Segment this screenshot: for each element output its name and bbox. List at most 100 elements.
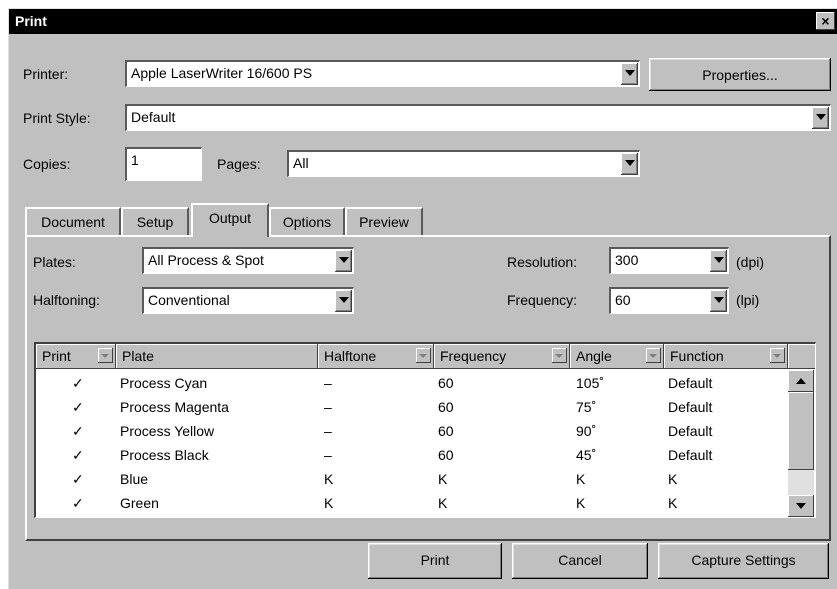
check-icon[interactable]: ✓ [72,447,84,464]
frequency-select[interactable]: 60 [609,287,729,314]
capture-settings-button[interactable]: Capture Settings [658,543,829,579]
plate-cell: Blue [120,471,149,487]
halftoning-label: Halftoning: [33,292,100,308]
chevron-down-icon[interactable] [812,107,829,129]
halftone-cell: – [324,375,332,391]
resolution-label: Resolution: [507,254,578,270]
column-header-halftone-label: Halftone [324,348,377,364]
halftone-cell: – [324,399,332,415]
chevron-down-icon[interactable] [621,63,638,85]
copies-value: 1 [131,152,139,168]
frequency-unit: (lpi) [736,292,760,308]
chevron-down-icon[interactable] [98,348,113,363]
column-header-frequency-label: Frequency [440,348,507,364]
plates-label: Plates: [33,254,76,270]
tab-preview[interactable]: Preview [345,207,423,235]
pages-value: All [293,155,309,171]
frequency-cell: 60 [438,447,454,463]
chevron-down-icon[interactable] [621,153,638,175]
cancel-button[interactable]: Cancel [512,543,648,579]
tab-document[interactable]: Document [25,207,121,235]
chevron-down-icon[interactable] [770,348,785,363]
plates-value: All Process & Spot [148,252,264,268]
copies-label: Copies: [23,156,71,172]
print-button-label: Print [420,552,450,568]
printer-select[interactable]: Apple LaserWriter 16/600 PS [125,60,640,87]
chevron-down-icon[interactable] [416,348,431,363]
scroll-up-icon[interactable] [788,370,814,392]
check-icon[interactable]: ✓ [72,495,84,512]
plate-cell: Process Black [120,447,209,463]
chevron-down-icon[interactable] [335,290,352,312]
print-style-label: Print Style: [23,110,91,126]
window-title: Print [15,13,47,29]
frequency-cell: K [438,471,448,487]
column-header-plate-label: Plate [122,348,154,364]
print-button[interactable]: Print [368,543,502,579]
angle-cell: 45˚ [576,447,597,463]
resolution-unit: (dpi) [736,254,765,270]
column-header-print[interactable]: Print [36,344,116,369]
chevron-down-icon[interactable] [552,348,567,363]
title-bar: Print × [9,9,837,34]
resolution-select[interactable]: 300 [609,247,729,274]
printer-label: Printer: [23,66,69,82]
frequency-label: Frequency: [507,292,578,308]
chevron-down-icon[interactable] [335,250,352,272]
tab-output-label: Output [208,210,252,226]
check-icon[interactable]: ✓ [72,423,84,440]
tab-output[interactable]: Output [191,203,269,237]
plate-cell: Process Yellow [120,423,215,439]
halftone-cell: K [324,471,334,487]
column-header-spacer [788,344,815,369]
column-header-print-label: Print [42,348,71,364]
tab-setup[interactable]: Setup [121,207,189,235]
plate-cell: Process Magenta [120,399,229,415]
copies-input[interactable]: 1 [125,147,202,181]
tab-setup-label: Setup [136,214,174,230]
printer-value: Apple LaserWriter 16/600 PS [131,65,313,81]
chevron-down-icon[interactable] [710,250,727,272]
column-header-function-label: Function [670,348,724,364]
frequency-cell: 60 [438,375,454,391]
halftone-cell: – [324,447,332,463]
scroll-thumb[interactable] [788,392,814,470]
column-header-halftone[interactable]: Halftone [318,344,434,369]
column-header-angle-label: Angle [576,348,612,364]
angle-cell: 90˚ [576,423,597,439]
print-style-value: Default [131,109,176,125]
function-cell: K [668,495,678,511]
tab-preview-label: Preview [359,214,409,230]
properties-button[interactable]: Properties... [649,58,831,91]
check-icon[interactable]: ✓ [72,399,84,416]
chevron-down-icon[interactable] [710,290,727,312]
scroll-down-icon[interactable] [788,495,814,517]
pages-select[interactable]: All [287,150,640,177]
halftone-cell: K [324,495,334,511]
angle-cell: K [576,471,586,487]
column-header-angle[interactable]: Angle [570,344,664,369]
vertical-scrollbar[interactable] [788,370,814,517]
plate-cell: Process Cyan [120,375,208,391]
check-icon[interactable]: ✓ [72,471,84,488]
halftoning-select[interactable]: Conventional [142,287,354,314]
column-header-frequency[interactable]: Frequency [434,344,570,369]
frequency-cell: 60 [438,423,454,439]
halftone-cell: – [324,423,332,439]
print-style-select[interactable]: Default [125,104,831,131]
plates-select[interactable]: All Process & Spot [142,247,354,274]
capture-settings-button-label: Capture Settings [691,552,796,568]
frequency-cell: K [438,495,448,511]
chevron-down-icon[interactable] [646,348,661,363]
angle-cell: 105˚ [576,375,605,391]
pages-label: Pages: [217,156,261,172]
tab-options-label: Options [282,214,332,230]
frequency-value: 60 [615,292,631,308]
halftoning-value: Conventional [148,292,230,308]
column-header-plate[interactable]: Plate [116,344,318,369]
column-header-function[interactable]: Function [664,344,788,369]
close-button[interactable]: × [816,12,835,30]
function-cell: Default [668,375,713,391]
check-icon[interactable]: ✓ [72,375,84,392]
tab-options[interactable]: Options [269,207,345,235]
